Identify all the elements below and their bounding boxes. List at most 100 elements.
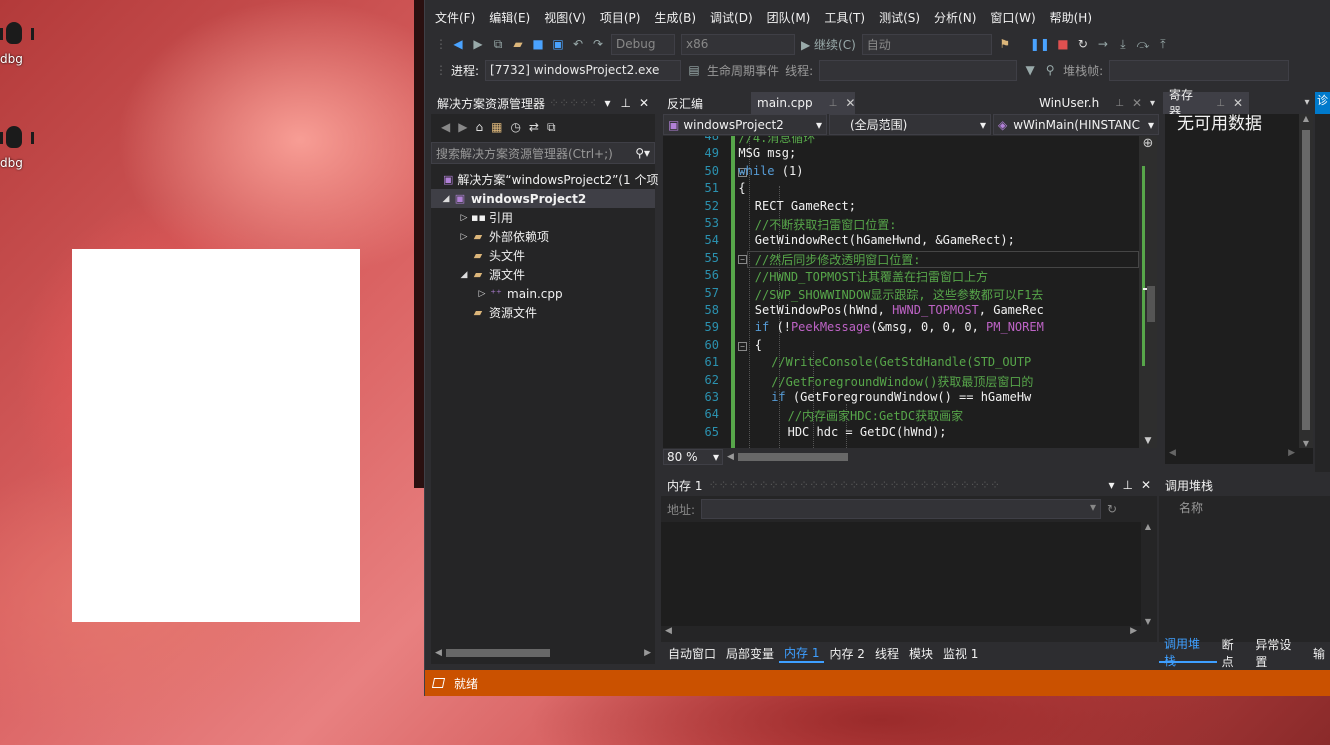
menu-project[interactable]: 项目(P) xyxy=(596,9,651,26)
scroll-up-icon[interactable]: ▲ xyxy=(1141,522,1155,531)
diagnostics-tools-panel[interactable]: 诊 xyxy=(1315,92,1330,472)
solution-hscrollbar[interactable]: ◀ ▶ xyxy=(431,646,655,660)
collapsed-arrow-icon[interactable]: ▷ xyxy=(457,232,471,242)
pin-icon[interactable]: ⊥ xyxy=(1118,478,1136,492)
editor-vscrollbar[interactable]: ⊕ ▼ xyxy=(1139,136,1157,448)
tree-item-header-files[interactable]: ▰ 头文件 xyxy=(431,246,655,265)
open-folder-icon[interactable]: ▰ xyxy=(511,37,525,51)
save-all-icon[interactable]: ▣ xyxy=(551,37,565,51)
home-icon[interactable]: ⌂ xyxy=(475,120,483,134)
tree-item-main-cpp[interactable]: ▷ ⁺⁺ main.cpp xyxy=(431,284,655,303)
sync-icon[interactable]: ⇄ xyxy=(529,120,539,134)
menu-file[interactable]: 文件(F) xyxy=(431,9,485,26)
split-icon[interactable]: ⊕ xyxy=(1139,136,1157,154)
scope-dropdown[interactable]: (全局范围) ▾ xyxy=(829,114,991,135)
collapsed-arrow-icon[interactable]: ▷ xyxy=(475,289,489,299)
tab-modules[interactable]: 模块 xyxy=(904,643,938,663)
zoom-dropdown[interactable]: 80 % ▾ xyxy=(663,449,723,465)
code-editor[interactable]: 48 //4.消息循环 49 MSG msg; 50 − while (1) 51 {52 REC… xyxy=(663,136,1139,448)
menu-debug[interactable]: 调试(D) xyxy=(706,9,763,26)
scroll-down-icon[interactable]: ▼ xyxy=(1141,617,1155,626)
function-dropdown[interactable]: ◈ wWinMain(HINSTANC ▾ xyxy=(993,114,1159,135)
scroll-thumb[interactable] xyxy=(1147,286,1155,322)
scroll-up-icon[interactable]: ▲ xyxy=(1299,114,1313,123)
tab-breakpoints[interactable]: 断点 xyxy=(1217,638,1251,669)
menu-edit[interactable]: 编辑(E) xyxy=(485,9,540,26)
tab-exception-settings[interactable]: 异常设置 xyxy=(1250,638,1308,669)
step-out-icon[interactable]: ⤒ xyxy=(1156,37,1170,52)
forward-icon[interactable]: ▶ xyxy=(471,37,485,51)
scroll-left-icon[interactable]: ◀ xyxy=(665,626,672,642)
scroll-left-icon[interactable]: ◀ xyxy=(431,648,446,658)
continue-button[interactable]: ▶ 继续(C) xyxy=(801,36,856,53)
expanded-arrow-icon[interactable]: ◢ xyxy=(439,194,453,204)
scroll-thumb[interactable] xyxy=(1302,130,1310,430)
collapsed-arrow-icon[interactable]: ▷ xyxy=(457,213,471,223)
collapse-all-icon[interactable]: ⧉ xyxy=(547,120,556,135)
menu-window[interactable]: 窗口(W) xyxy=(986,9,1045,26)
tab-overflow-icon[interactable]: ▾ xyxy=(1150,98,1155,109)
tree-item-references[interactable]: ▷ ▪▪ 引用 xyxy=(431,208,655,227)
call-stack-list[interactable] xyxy=(1159,518,1330,642)
pin-icon[interactable]: ⊥ xyxy=(1115,98,1124,109)
scroll-down-icon[interactable]: ▼ xyxy=(1299,439,1313,448)
fold-collapse-icon[interactable]: − xyxy=(738,254,747,264)
refresh-icon[interactable]: ↻ xyxy=(1107,502,1117,516)
close-icon[interactable]: ✕ xyxy=(1233,96,1243,110)
memory-vscrollbar[interactable]: ▲ ▼ xyxy=(1141,522,1155,626)
auto-dropdown[interactable]: 自动 xyxy=(861,33,992,55)
tab-threads[interactable]: 线程 xyxy=(870,643,904,663)
tree-item-external-deps[interactable]: ▷ ▰ 外部依赖项 xyxy=(431,227,655,246)
redo-icon[interactable]: ↷ xyxy=(591,37,605,51)
close-icon[interactable]: ✕ xyxy=(845,96,855,110)
tab-output[interactable]: 输 xyxy=(1308,643,1330,663)
tab-main-cpp[interactable]: main.cpp ⊥ ✕ xyxy=(751,92,855,114)
pin-icon[interactable]: ⊥ xyxy=(615,96,635,110)
tree-item-source-files[interactable]: ◢ ▰ 源文件 xyxy=(431,265,655,284)
menu-analyze[interactable]: 分析(N) xyxy=(930,9,986,26)
forward-icon[interactable]: ▶ xyxy=(458,120,467,134)
tab-watch-1[interactable]: 监视 1 xyxy=(938,643,983,663)
tab-memory-2[interactable]: 内存 2 xyxy=(824,643,869,663)
fold-collapse-icon[interactable]: − xyxy=(738,341,747,351)
pending-changes-icon[interactable]: ◷ xyxy=(510,120,520,134)
dropdown-icon[interactable]: ▾ xyxy=(1299,92,1315,114)
tab-memory-1[interactable]: 内存 1 xyxy=(779,643,825,663)
menu-view[interactable]: 视图(V) xyxy=(540,9,596,26)
tab-locals[interactable]: 局部变量 xyxy=(721,643,779,663)
tab-autos[interactable]: 自动窗口 xyxy=(663,643,721,663)
scroll-left-icon[interactable]: ◀ xyxy=(723,452,738,462)
back-icon[interactable]: ◀ xyxy=(451,37,465,51)
desktop-icon-dbg-2[interactable]: dbg xyxy=(0,122,40,170)
menu-team[interactable]: 团队(M) xyxy=(763,9,821,26)
memory-hscrollbar[interactable]: ◀ ▶ xyxy=(661,626,1141,642)
menu-help[interactable]: 帮助(H) xyxy=(1046,9,1102,26)
pause-icon[interactable]: ❚❚ xyxy=(1030,37,1050,51)
save-icon[interactable]: ■ xyxy=(531,37,545,51)
memory-grid[interactable] xyxy=(661,522,1141,626)
scroll-right-icon[interactable]: ▶ xyxy=(1130,626,1137,642)
lifecycle-events-dropdown[interactable]: 生命周期事件 xyxy=(707,62,779,79)
undo-icon[interactable]: ↶ xyxy=(571,37,585,51)
tab-registers[interactable]: 寄存器 ⊥ ✕ xyxy=(1163,88,1249,119)
menu-tools[interactable]: 工具(T) xyxy=(820,9,875,26)
registers-hscrollbar[interactable]: ◀ ▶ xyxy=(1165,448,1299,464)
scroll-down-icon[interactable]: ▼ xyxy=(1139,436,1157,446)
tab-winuser-h[interactable]: WinUser.h ⊥ ✕ ▾ xyxy=(1033,92,1161,114)
desktop-icon-dbg[interactable]: dbg xyxy=(0,18,40,66)
address-input[interactable]: ▾ xyxy=(701,499,1102,519)
config-dropdown[interactable]: Debug xyxy=(611,33,675,55)
pin-icon[interactable]: ⊥ xyxy=(1216,98,1225,109)
scroll-right-icon[interactable]: ▶ xyxy=(1288,448,1295,464)
stop-icon[interactable]: ■ xyxy=(1056,37,1070,51)
dropdown-icon[interactable]: ▾ xyxy=(599,96,615,110)
tab-call-stack[interactable]: 调用堆栈 xyxy=(1159,637,1217,668)
thread-dropdown[interactable] xyxy=(819,59,1018,81)
step-into-icon[interactable]: ⤓ xyxy=(1116,37,1130,52)
dropdown-icon[interactable]: ▾ xyxy=(1104,478,1118,492)
close-icon[interactable]: ✕ xyxy=(636,96,655,110)
scroll-right-icon[interactable]: ▶ xyxy=(640,648,655,658)
registers-vscrollbar[interactable]: ▲ ▼ xyxy=(1299,114,1313,448)
close-icon[interactable]: ✕ xyxy=(1137,478,1157,492)
stackframe-dropdown[interactable] xyxy=(1109,59,1290,81)
